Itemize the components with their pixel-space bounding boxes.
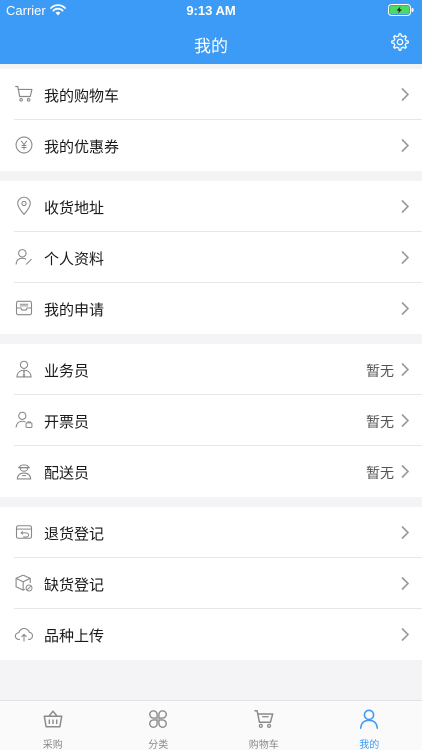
menu-item-value: 暂无 [366, 415, 394, 431]
menu-group-staff: 业务员 暂无 开票员 暂无 配送员 暂无 [0, 344, 422, 497]
location-pin-icon [17, 196, 31, 216]
menu-item-shopping-cart[interactable]: 我的购物车 [0, 69, 422, 120]
invoice-clerk-icon [15, 411, 33, 428]
chevron-right-icon [401, 301, 410, 316]
menu-item-value: 暂无 [366, 364, 394, 380]
menu-item-coupons[interactable]: 我的优惠券 [0, 120, 422, 171]
menu-item-invoice-clerk[interactable]: 开票员 暂无 [0, 395, 422, 446]
menu-item-return-registration[interactable]: 退货登记 [0, 507, 422, 558]
chevron-right-icon [401, 464, 410, 479]
basket-icon [43, 710, 63, 728]
status-time: 9:13 AM [186, 3, 236, 18]
chevron-right-icon [401, 199, 410, 214]
menu-item-variety-upload[interactable]: 品种上传 [0, 609, 422, 660]
tab-cart[interactable]: 购物车 [211, 701, 317, 750]
chevron-right-icon [401, 413, 410, 428]
return-box-icon [15, 525, 33, 539]
menu-item-value: 暂无 [366, 466, 394, 482]
menu-group-account: 收货地址 个人资料 我的申请 [0, 181, 422, 334]
menu-item-label: 业务员 [44, 362, 90, 380]
menu-item-address[interactable]: 收货地址 [0, 181, 422, 232]
tab-label: 购物车 [248, 740, 279, 750]
menu-item-label: 开票员 [44, 413, 90, 431]
menu-item-label: 缺货登记 [44, 576, 105, 594]
app-header: Carrier 9:13 AM 我的 [0, 0, 422, 64]
person-icon [360, 709, 379, 729]
tab-mine[interactable]: 我的 [317, 701, 422, 750]
menu-content: 我的购物车 我的优惠券 收货地址 个人资料 我的申请 业务员 暂无 开票员 暂无… [0, 64, 422, 660]
menu-item-profile[interactable]: 个人资料 [0, 232, 422, 283]
delivery-person-icon [16, 464, 32, 480]
category-grid-icon [149, 710, 168, 728]
battery-charging-icon [388, 4, 414, 16]
status-bar: Carrier 9:13 AM [0, 0, 422, 22]
chevron-right-icon [401, 576, 410, 591]
menu-group-registration: 退货登记 缺货登记 品种上传 [0, 507, 422, 660]
tab-label: 采购 [42, 740, 63, 750]
menu-item-label: 我的申请 [44, 301, 105, 319]
user-profile-icon [15, 248, 32, 265]
tab-label: 我的 [359, 740, 380, 750]
menu-item-applications[interactable]: 我的申请 [0, 283, 422, 334]
menu-item-label: 配送员 [44, 464, 90, 482]
tab-bar: 采购 分类 购物车 我的 [0, 700, 422, 750]
chevron-right-icon [401, 525, 410, 540]
menu-item-label: 退货登记 [44, 525, 105, 543]
out-of-stock-icon [15, 574, 33, 592]
menu-item-stockout-registration[interactable]: 缺货登记 [0, 558, 422, 609]
gear-icon[interactable] [390, 32, 410, 52]
page-title: 我的 [194, 37, 228, 57]
chevron-right-icon [401, 627, 410, 642]
menu-item-label: 个人资料 [44, 250, 105, 268]
salesperson-icon [16, 360, 32, 378]
inbox-icon [15, 300, 33, 316]
coupon-icon [15, 136, 33, 154]
menu-item-label: 我的优惠券 [44, 138, 120, 156]
tab-label: 分类 [148, 740, 169, 750]
menu-item-delivery-person[interactable]: 配送员 暂无 [0, 446, 422, 497]
menu-group-shopping: 我的购物车 我的优惠券 [0, 69, 422, 171]
menu-item-salesperson[interactable]: 业务员 暂无 [0, 344, 422, 395]
chevron-right-icon [401, 87, 410, 102]
tab-category[interactable]: 分类 [106, 701, 212, 750]
chevron-right-icon [401, 362, 410, 377]
shopping-cart-icon [15, 85, 33, 102]
tab-purchase[interactable]: 采购 [0, 701, 106, 750]
chevron-right-icon [401, 138, 410, 153]
cart-icon [254, 710, 274, 728]
menu-item-label: 收货地址 [44, 199, 105, 217]
chevron-right-icon [401, 250, 410, 265]
menu-item-label: 我的购物车 [44, 87, 120, 105]
menu-item-label: 品种上传 [44, 627, 105, 645]
cloud-upload-icon [14, 627, 33, 642]
